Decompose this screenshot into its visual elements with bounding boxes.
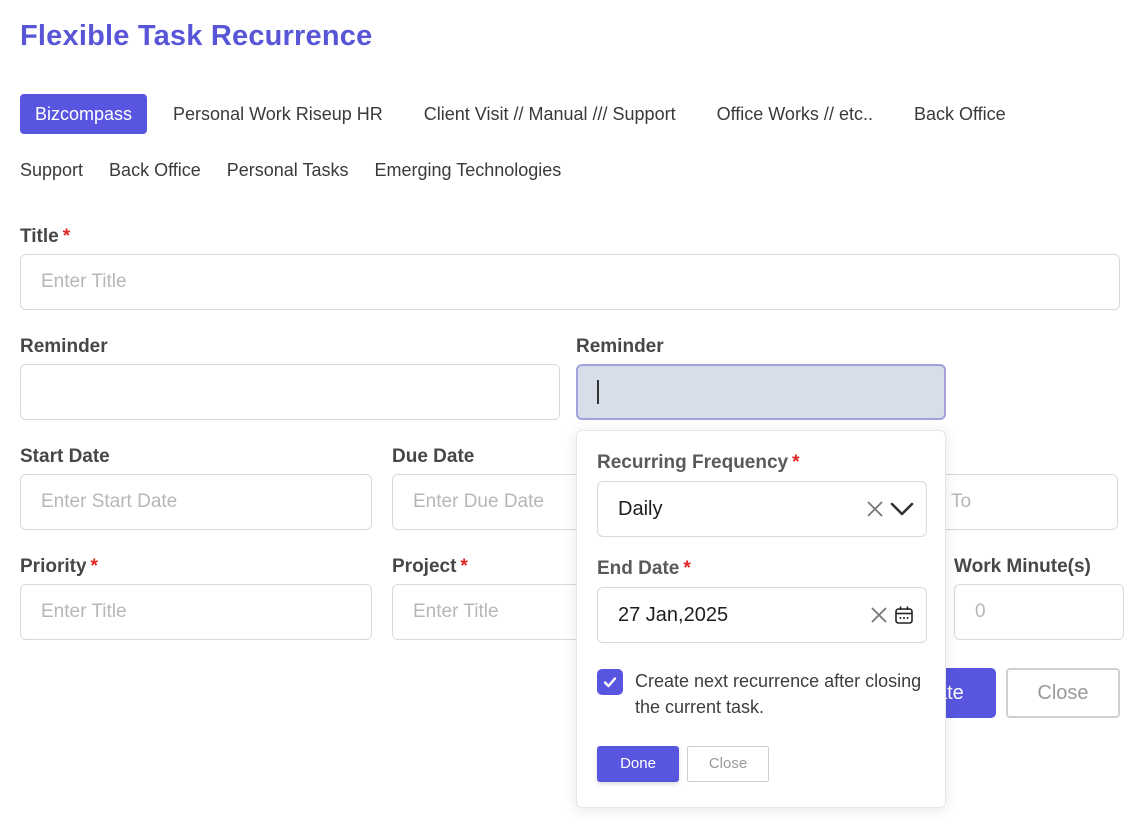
required-marker: * [792, 452, 800, 473]
required-marker: * [460, 556, 468, 577]
work-minutes-label: Work Minute(s) [954, 556, 1091, 577]
page-title: Flexible Task Recurrence [20, 20, 373, 52]
frequency-value: Daily [618, 498, 663, 520]
create-next-recurrence-option: Create next recurrence after closing the… [597, 668, 927, 720]
end-date-input[interactable]: 27 Jan,2025 [597, 587, 927, 643]
priority-label: Priority * [20, 556, 98, 577]
category-tabs: Bizcompass Personal Work Riseup HR Clien… [20, 94, 1130, 190]
tab-bizcompass[interactable]: Bizcompass [20, 94, 148, 134]
start-date-input[interactable]: Enter Start Date [20, 474, 372, 530]
title-input[interactable]: Enter Title [20, 254, 1120, 310]
required-marker: * [90, 556, 98, 577]
tab-back-office-2[interactable]: Back Office [109, 150, 216, 190]
recurring-frequency-label: Recurring Frequency * [597, 452, 800, 473]
required-marker: * [683, 558, 691, 579]
due-date-label: Due Date [392, 446, 475, 467]
required-marker: * [62, 226, 71, 247]
chevron-down-icon[interactable] [890, 501, 914, 517]
tab-office-works[interactable]: Office Works // etc.. [702, 94, 888, 134]
popover-close-button[interactable]: Close [687, 746, 769, 782]
start-date-label: Start Date [20, 446, 110, 467]
tab-support[interactable]: Support [20, 150, 98, 190]
recurrence-popover: Recurring Frequency * Daily End Date * 27 … [576, 430, 946, 808]
reminder-label: Reminder [20, 336, 108, 357]
create-next-recurrence-checkbox[interactable] [597, 669, 623, 695]
project-label: Project * [392, 556, 468, 577]
work-minutes-input[interactable]: 0 [954, 584, 1124, 640]
reminder-input[interactable] [20, 364, 560, 420]
reminder-recurrence-input[interactable] [576, 364, 946, 420]
close-button[interactable]: Close [1006, 668, 1120, 718]
reminder-label-2: Reminder [576, 336, 664, 357]
end-date-value: 27 Jan,2025 [618, 604, 729, 626]
calendar-icon[interactable] [894, 605, 914, 625]
end-date-label: End Date * [597, 558, 691, 579]
title-label: Title * [20, 226, 71, 247]
tab-personal-tasks[interactable]: Personal Tasks [227, 150, 364, 190]
tab-emerging-technologies[interactable]: Emerging Technologies [375, 150, 577, 190]
tab-back-office[interactable]: Back Office [899, 94, 1021, 134]
tab-client-visit[interactable]: Client Visit // Manual /// Support [409, 94, 691, 134]
clear-icon[interactable] [870, 606, 888, 624]
done-button[interactable]: Done [597, 746, 679, 782]
tab-personal-work-riseup-hr[interactable]: Personal Work Riseup HR [158, 94, 398, 134]
check-icon [603, 677, 617, 688]
recurring-frequency-select[interactable]: Daily [597, 481, 927, 537]
clear-icon[interactable] [866, 500, 884, 518]
priority-input[interactable]: Enter Title [20, 584, 372, 640]
text-caret [597, 380, 599, 404]
create-next-recurrence-label: Create next recurrence after closing the… [635, 671, 922, 717]
